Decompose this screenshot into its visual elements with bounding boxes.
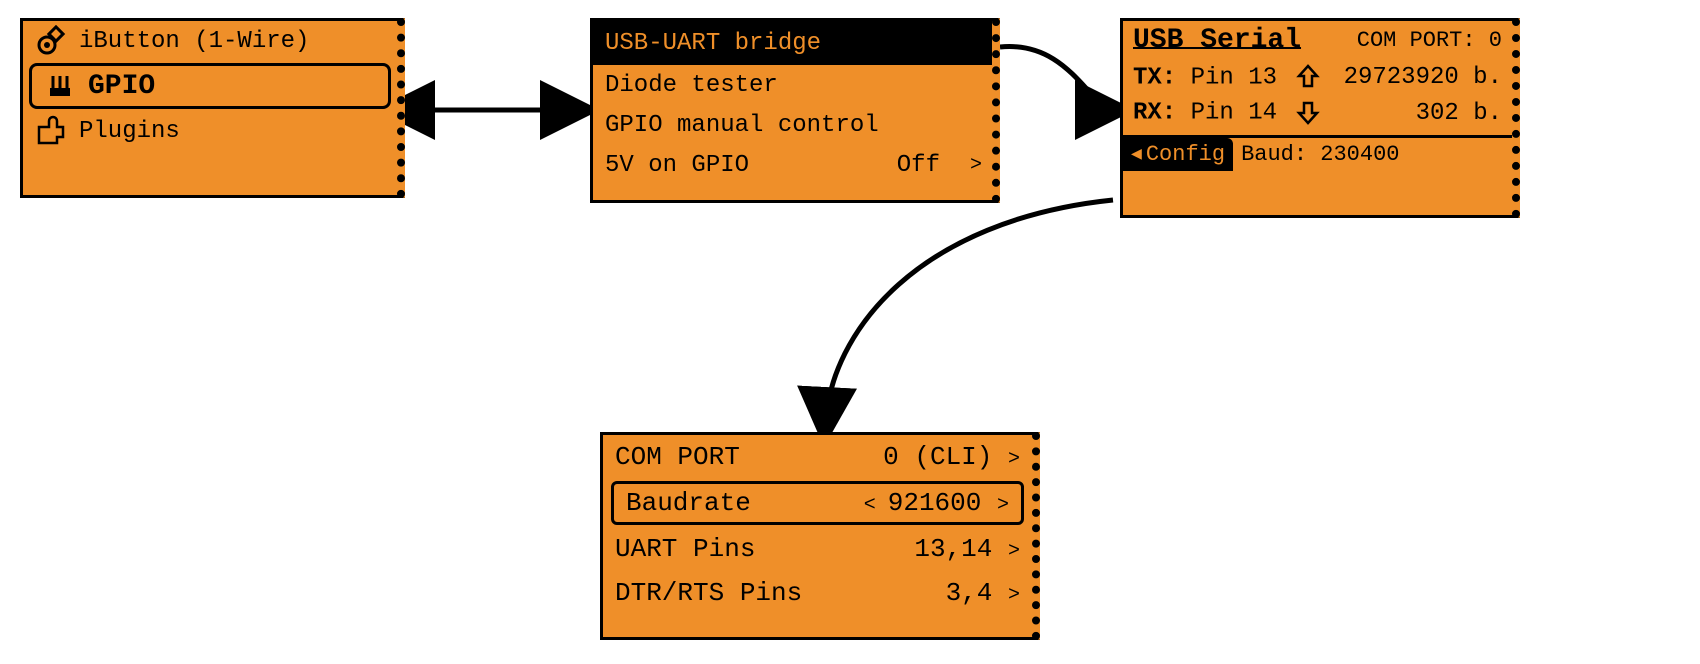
chevron-left-icon: ◀	[1131, 143, 1142, 165]
chevron-right-icon: >	[1008, 540, 1020, 563]
page-title: USB Serial	[1133, 25, 1301, 56]
gpio-icon	[44, 72, 76, 100]
tx-row: TX: Pin 13 29723920 b.	[1123, 60, 1512, 95]
chevron-right-icon: >	[1008, 448, 1020, 471]
arrow-down-icon	[1295, 99, 1321, 125]
tx-label: TX:	[1133, 64, 1176, 91]
config-com-port[interactable]: COM PORT 0 (CLI) >	[603, 435, 1032, 479]
main-menu-screen: iButton (1-Wire) GPIO Plugins	[20, 18, 405, 198]
rx-bytes: 302 b.	[1416, 100, 1502, 127]
setting-value: 0 (CLI)	[883, 442, 992, 472]
menu-label: GPIO manual control	[605, 112, 879, 139]
setting-label: UART Pins	[615, 534, 755, 564]
menu-label: GPIO	[88, 71, 155, 102]
chevron-right-icon: >	[997, 494, 1009, 517]
menu-label: Plugins	[79, 118, 180, 145]
rx-row: RX: Pin 14 302 b.	[1123, 95, 1512, 130]
chevron-right-icon: >	[970, 154, 982, 177]
rx-pin: Pin 14	[1191, 100, 1277, 127]
menu-item-ibutton[interactable]: iButton (1-Wire)	[23, 21, 397, 61]
usb-serial-screen: USB Serial COM PORT: 0 TX: Pin 13 297239…	[1120, 18, 1520, 218]
ibutton-icon	[35, 27, 67, 55]
config-label: Config	[1146, 142, 1225, 167]
config-dtr-rts-pins[interactable]: DTR/RTS Pins 3,4 >	[603, 571, 1032, 615]
chevron-left-icon: <	[864, 494, 888, 517]
gpio-item-diode[interactable]: Diode tester	[593, 65, 992, 105]
plugins-icon	[35, 117, 67, 145]
com-port-label: COM PORT: 0	[1357, 28, 1502, 53]
config-button[interactable]: ◀ Config	[1123, 138, 1233, 171]
setting-label: Baudrate	[626, 488, 751, 518]
gpio-item-usb-uart[interactable]: USB-UART bridge	[593, 21, 992, 65]
menu-label: 5V on GPIO	[605, 152, 749, 179]
gpio-item-manual[interactable]: GPIO manual control	[593, 105, 992, 145]
setting-label: COM PORT	[615, 442, 740, 472]
rx-label: RX:	[1133, 100, 1176, 127]
setting-value: 13,14	[914, 534, 992, 564]
tx-pin: Pin 13	[1191, 64, 1277, 91]
setting-label: DTR/RTS Pins	[615, 578, 802, 608]
tx-bytes: 29723920 b.	[1344, 64, 1502, 91]
menu-item-plugins[interactable]: Plugins	[23, 111, 397, 151]
menu-label: Diode tester	[605, 72, 778, 99]
gpio-menu-screen: USB-UART bridge Diode tester GPIO manual…	[590, 18, 1000, 203]
baud-display: Baud: 230400	[1233, 138, 1407, 171]
setting-value: Off	[897, 152, 940, 179]
chevron-right-icon: >	[1008, 584, 1020, 607]
gpio-item-5v[interactable]: 5V on GPIO Off >	[593, 145, 992, 185]
config-baudrate[interactable]: Baudrate < 921600 >	[611, 481, 1024, 525]
arrow-up-icon	[1295, 64, 1321, 90]
menu-item-gpio[interactable]: GPIO	[29, 63, 391, 109]
config-screen: COM PORT 0 (CLI) > Baudrate < 921600 > U…	[600, 432, 1040, 640]
menu-label: iButton (1-Wire)	[79, 28, 309, 55]
setting-value: 3,4	[946, 578, 993, 608]
setting-value: 921600	[888, 488, 982, 518]
config-uart-pins[interactable]: UART Pins 13,14 >	[603, 527, 1032, 571]
menu-label: USB-UART bridge	[605, 30, 821, 57]
